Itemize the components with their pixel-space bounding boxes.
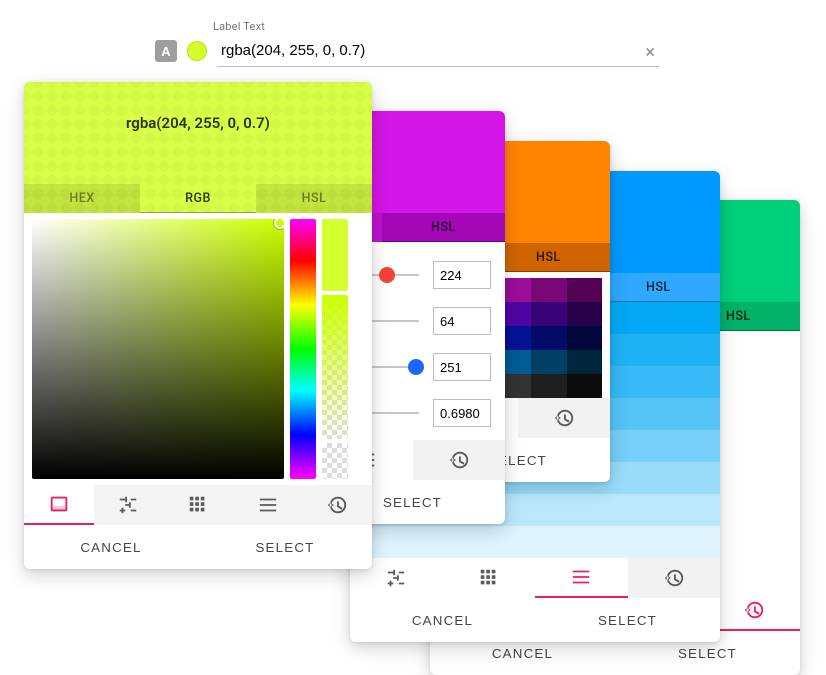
- mode-tune-icon[interactable]: [94, 485, 164, 525]
- sv-canvas[interactable]: [32, 219, 284, 479]
- grid-cell[interactable]: [567, 374, 602, 398]
- transparent-preview: [322, 443, 348, 479]
- mode-history-icon[interactable]: [518, 398, 611, 438]
- grid-cell[interactable]: [567, 326, 602, 350]
- grid-cell[interactable]: [531, 302, 566, 326]
- letter-chip: A: [155, 40, 177, 62]
- mode-bar: [24, 485, 372, 525]
- grid-cell[interactable]: [531, 350, 566, 374]
- hue-slider[interactable]: [290, 219, 316, 479]
- panel-header: rgba(204, 255, 0, 0.7) HEX RGB HSL: [24, 82, 372, 213]
- cancel-button[interactable]: CANCEL: [24, 525, 198, 569]
- tab-hsl[interactable]: HSL: [487, 243, 610, 272]
- clear-icon[interactable]: ×: [645, 42, 655, 63]
- value-g[interactable]: [433, 307, 491, 335]
- color-input[interactable]: [217, 35, 659, 67]
- mode-history-icon[interactable]: [628, 558, 721, 598]
- mode-history-icon[interactable]: [413, 440, 506, 480]
- value-b[interactable]: [433, 353, 491, 381]
- value-a[interactable]: [433, 399, 491, 427]
- grid-cell[interactable]: [567, 278, 602, 302]
- mode-grid-icon[interactable]: [163, 485, 233, 525]
- mode-list-icon[interactable]: [233, 485, 303, 525]
- grid-cell[interactable]: [567, 350, 602, 374]
- sv-cursor[interactable]: [274, 219, 284, 229]
- mode-bar: [350, 558, 720, 598]
- select-button[interactable]: SELECT: [535, 598, 720, 642]
- grid-cell[interactable]: [531, 278, 566, 302]
- mode-list-icon[interactable]: [535, 558, 628, 598]
- field-caption: Label Text: [213, 20, 659, 33]
- tab-hsl[interactable]: HSL: [382, 213, 505, 242]
- header-value: rgba(204, 255, 0, 0.7): [24, 114, 372, 132]
- tab-hex[interactable]: HEX: [24, 184, 140, 213]
- tab-hsl[interactable]: HSL: [597, 273, 720, 302]
- color-preview-dot[interactable]: [187, 41, 207, 61]
- mode-grid-icon[interactable]: [443, 558, 536, 598]
- picker-panel-sv: rgba(204, 255, 0, 0.7) HEX RGB HSL CANCE…: [24, 82, 372, 569]
- shade-item[interactable]: [350, 526, 720, 558]
- mode-history-icon[interactable]: [708, 591, 801, 631]
- cancel-button[interactable]: CANCEL: [350, 598, 535, 642]
- tab-hsl[interactable]: HSL: [256, 184, 372, 213]
- alpha-preview: [322, 219, 348, 291]
- tab-rgb[interactable]: RGB: [140, 184, 256, 213]
- alpha-slider[interactable]: [322, 295, 348, 439]
- grid-cell[interactable]: [531, 326, 566, 350]
- value-r[interactable]: [433, 261, 491, 289]
- select-button[interactable]: SELECT: [198, 525, 372, 569]
- mode-canvas-icon[interactable]: [24, 485, 94, 525]
- mode-history-icon[interactable]: [302, 485, 372, 525]
- grid-cell[interactable]: [567, 302, 602, 326]
- grid-cell[interactable]: [531, 374, 566, 398]
